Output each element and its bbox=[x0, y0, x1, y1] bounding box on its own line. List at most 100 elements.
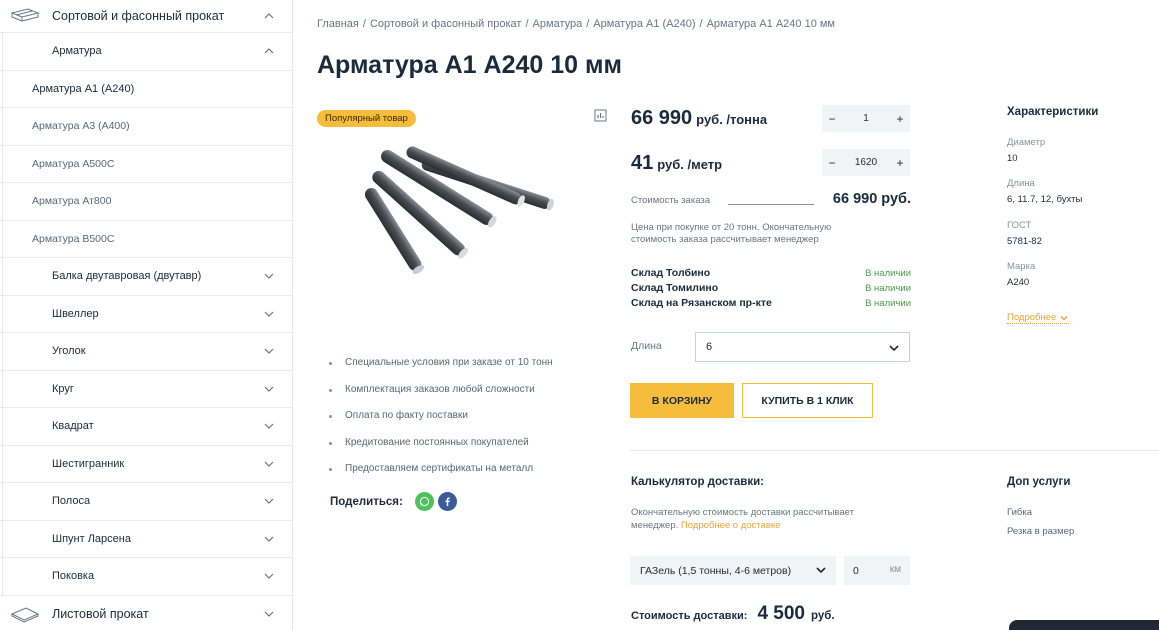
chevron-down-icon bbox=[887, 341, 901, 355]
share-block: Поделиться: bbox=[330, 492, 457, 511]
sidebar-item-label: Уголок bbox=[52, 345, 86, 358]
spec-value: 6, 11.7, 12, бухты bbox=[1007, 194, 1083, 205]
sidebar-leaf-label: Арматура А3 (А400) bbox=[32, 120, 130, 133]
sidebar-category-listovoy[interactable]: Листовой прокат bbox=[0, 596, 292, 630]
sidebar-item-shestigrannik[interactable]: Шестигранник bbox=[0, 446, 292, 483]
sidebar-item-label: Шестигранник bbox=[52, 457, 125, 470]
increment-button[interactable]: + bbox=[890, 156, 910, 170]
breadcrumb-home[interactable]: Главная bbox=[317, 18, 359, 30]
breadcrumb-sortovoy[interactable]: Сортовой и фасонный прокат bbox=[370, 18, 522, 30]
quantity-value[interactable]: 1 bbox=[842, 113, 890, 124]
warehouse-name: Склад Томилино bbox=[631, 282, 719, 294]
sidebar-leaf-label: Арматура А500С bbox=[32, 157, 115, 170]
chevron-down-icon bbox=[814, 563, 828, 577]
chat-widget[interactable] bbox=[1009, 620, 1159, 630]
vehicle-select[interactable]: ГАЗель (1,5 тонны, 4-6 метров) bbox=[630, 556, 836, 585]
sidebar-item-pokovka[interactable]: Поковка bbox=[0, 558, 292, 596]
whatsapp-icon[interactable] bbox=[414, 492, 434, 511]
increment-button[interactable]: + bbox=[890, 112, 910, 126]
benefits-list: Специальные условия при заказе от 10 тон… bbox=[328, 350, 553, 483]
sidebar-category-sortovoy[interactable]: Сортовой и фасонный прокат bbox=[0, 0, 292, 33]
extra-service-bending[interactable]: Гибка bbox=[1007, 507, 1032, 518]
sidebar-leaf-a500c[interactable]: Арматура А500С bbox=[0, 146, 292, 183]
category-sidebar: Сортовой и фасонный прокат Арматура Арма… bbox=[0, 0, 293, 630]
sidebar-leaf-at800[interactable]: Арматура Ат800 bbox=[0, 183, 292, 221]
sidebar-item-shveller[interactable]: Швеллер bbox=[0, 296, 292, 333]
extra-service-cutting[interactable]: Резка в размер bbox=[1007, 526, 1074, 537]
chevron-down-icon[interactable] bbox=[262, 344, 276, 358]
popular-badge: Популярный товар bbox=[317, 110, 416, 127]
sidebar-item-ugolok[interactable]: Уголок bbox=[0, 333, 292, 371]
specs-more-label: Подробнее bbox=[1007, 312, 1057, 323]
quantity-stepper-ton: − 1 + bbox=[822, 105, 910, 132]
breadcrumb-current: Арматура А1 А240 10 мм bbox=[706, 18, 835, 30]
distance-input[interactable]: 0 км bbox=[844, 556, 910, 585]
stock-status: В наличии bbox=[865, 268, 911, 279]
order-cost-divider bbox=[728, 204, 814, 205]
add-to-cart-button[interactable]: В КОРЗИНУ bbox=[630, 383, 734, 418]
sidebar-leaf-label: Арматура В500С bbox=[32, 232, 115, 245]
facebook-icon[interactable] bbox=[437, 492, 457, 511]
warehouse-name: Склад Толбино bbox=[631, 267, 711, 279]
chevron-down-icon[interactable] bbox=[262, 494, 276, 508]
chevron-down-icon[interactable] bbox=[262, 457, 276, 471]
breadcrumb-a240[interactable]: Арматура А1 (А240) bbox=[593, 18, 695, 30]
decrement-button[interactable]: − bbox=[822, 156, 842, 170]
chevron-up-icon[interactable] bbox=[262, 9, 276, 23]
distance-value: 0 bbox=[853, 564, 859, 577]
sheet-metal-icon bbox=[10, 605, 40, 623]
benefit-item: Оплата по факту поставки bbox=[328, 403, 553, 430]
order-cost-label: Стоимость заказа bbox=[631, 195, 711, 206]
extra-services-title: Доп услуги bbox=[1007, 476, 1071, 488]
breadcrumb-separator: / bbox=[525, 18, 529, 30]
buy-one-click-button[interactable]: КУПИТЬ В 1 КЛИК bbox=[742, 383, 873, 418]
sidebar-leaf-a400[interactable]: Арматура А3 (А400) bbox=[0, 108, 292, 146]
spec-key: Длина bbox=[1007, 178, 1035, 189]
spec-key: Диаметр bbox=[1007, 137, 1046, 148]
chevron-down-icon[interactable] bbox=[262, 382, 276, 396]
chevron-down-icon[interactable] bbox=[262, 569, 276, 583]
chevron-down-icon[interactable] bbox=[262, 307, 276, 321]
product-image bbox=[362, 145, 562, 285]
sidebar-item-label: Шпунт Ларсена bbox=[52, 532, 131, 545]
sidebar-item-balka[interactable]: Балка двутавровая (двутавр) bbox=[0, 258, 292, 296]
decrement-button[interactable]: − bbox=[822, 112, 842, 126]
compare-chart-icon[interactable] bbox=[594, 109, 607, 122]
sidebar-item-shpunt[interactable]: Шпунт Ларсена bbox=[0, 521, 292, 558]
sidebar-item-label: Круг bbox=[52, 382, 74, 395]
breadcrumb-separator: / bbox=[699, 18, 703, 30]
delivery-calc-title: Калькулятор доставки: bbox=[631, 476, 764, 488]
stock-list: Склад Толбино В наличии Склад Томилино В н… bbox=[631, 267, 911, 312]
benefit-item: Комплектация заказов любой сложности bbox=[328, 377, 553, 404]
breadcrumb-separator: / bbox=[362, 18, 366, 30]
sidebar-item-label: Арматура bbox=[52, 45, 102, 58]
spec-value: 5781-82 bbox=[1007, 236, 1042, 247]
spec-value: 10 bbox=[1007, 153, 1018, 164]
stock-row: Склад Толбино В наличии bbox=[631, 267, 911, 282]
breadcrumb: Главная / Сортовой и фасонный прокат / Армат… bbox=[317, 18, 835, 30]
chevron-up-icon[interactable] bbox=[262, 44, 276, 58]
share-label: Поделиться: bbox=[330, 495, 403, 508]
sidebar-leaf-label: Арматура А1 (А240) bbox=[32, 82, 135, 95]
chevron-down-icon[interactable] bbox=[262, 607, 276, 621]
specs-title: Характеристики bbox=[1007, 106, 1099, 118]
sidebar-item-armatura[interactable]: Арматура bbox=[0, 33, 292, 71]
chevron-down-icon[interactable] bbox=[262, 419, 276, 433]
sidebar-item-kvadrat[interactable]: Квадрат bbox=[0, 408, 292, 446]
sidebar-item-polosa[interactable]: Полоса bbox=[0, 483, 292, 521]
sidebar-item-krug[interactable]: Круг bbox=[0, 371, 292, 408]
length-value: 6 bbox=[706, 341, 713, 353]
sidebar-leaf-a240[interactable]: Арматура А1 (А240) bbox=[0, 71, 292, 108]
specs-more-link[interactable]: Подробнее bbox=[1007, 312, 1070, 324]
chevron-down-icon[interactable] bbox=[262, 532, 276, 546]
delivery-more-link[interactable]: Подробнее о доставке bbox=[681, 520, 781, 531]
breadcrumb-armatura[interactable]: Арматура bbox=[533, 18, 583, 30]
chevron-down-icon[interactable] bbox=[262, 269, 276, 283]
price-per-meter: 41 руб. /метр bbox=[631, 152, 722, 175]
sidebar-leaf-b500c[interactable]: Арматура В500С bbox=[0, 221, 292, 258]
order-cost-value: 66 990 руб. bbox=[832, 191, 911, 207]
length-select[interactable]: 6 bbox=[695, 332, 910, 362]
price-meter-value: 41 bbox=[631, 152, 654, 174]
quantity-value[interactable]: 1620 bbox=[842, 157, 890, 168]
order-cost: Стоимость заказа 66 990 руб. bbox=[631, 191, 911, 209]
